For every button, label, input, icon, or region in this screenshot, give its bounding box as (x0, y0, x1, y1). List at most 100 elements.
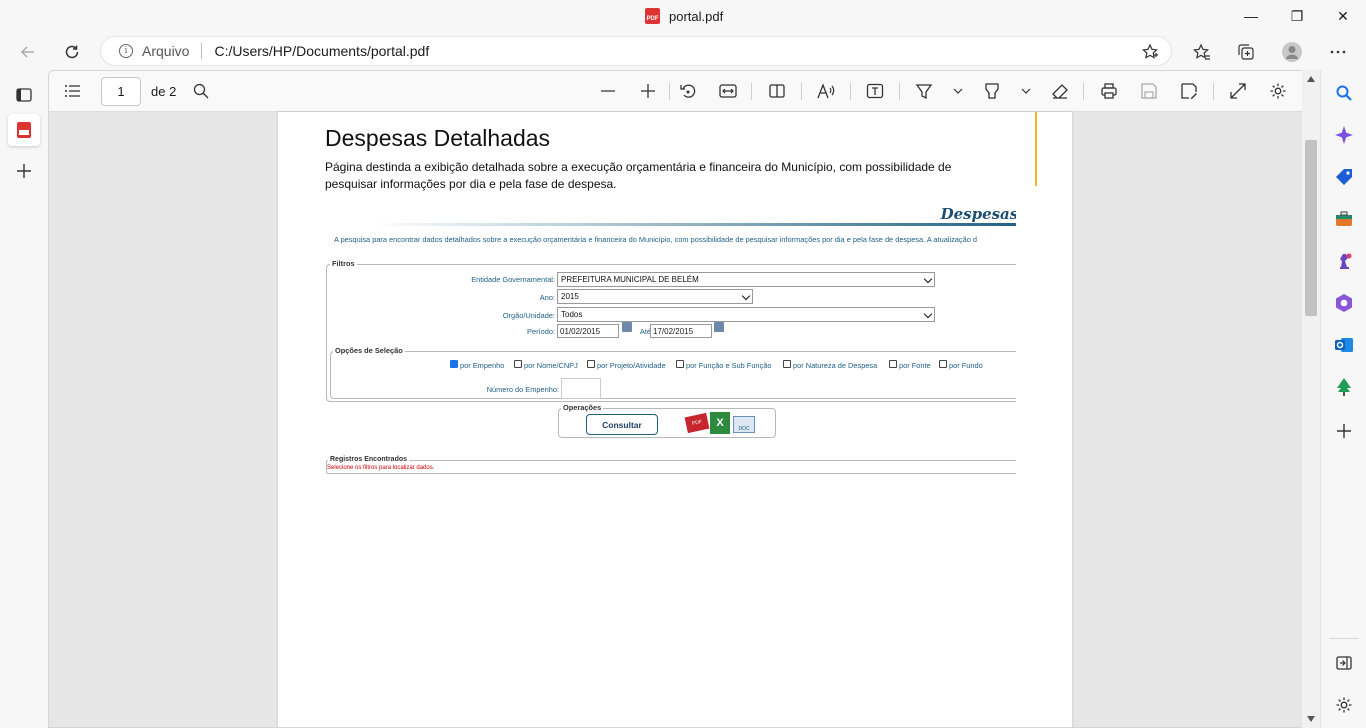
option-checkbox[interactable] (939, 360, 947, 368)
fit-width-button[interactable] (714, 77, 742, 105)
pdf-file-icon: PDF (645, 8, 660, 24)
page-number-input[interactable]: 1 (101, 77, 141, 106)
pdf-settings-button[interactable] (1264, 77, 1292, 105)
add-favorite-icon[interactable] (1141, 43, 1159, 64)
search-icon (193, 83, 209, 99)
draw-options-dropdown[interactable] (944, 77, 972, 105)
option-checkbox[interactable] (450, 360, 458, 368)
zoom-in-button[interactable] (634, 77, 662, 105)
erase-button[interactable] (1046, 77, 1074, 105)
scroll-thumb[interactable] (1305, 140, 1317, 316)
toolbar-divider (899, 83, 900, 100)
save-button[interactable] (1135, 77, 1163, 105)
scroll-up-icon[interactable] (1307, 76, 1315, 82)
save-as-button[interactable] (1175, 77, 1203, 105)
url-text[interactable]: C:/Users/HP/Documents/portal.pdf (214, 43, 429, 59)
read-aloud-button[interactable] (812, 77, 840, 105)
consultar-button[interactable]: Consultar (586, 414, 658, 435)
hide-sidebar-button[interactable] (1333, 652, 1355, 674)
plus-icon (641, 84, 655, 98)
rotate-button[interactable] (674, 77, 702, 105)
print-button[interactable] (1095, 77, 1123, 105)
numero-empenho-input[interactable] (561, 378, 601, 399)
sidebar-settings-button[interactable] (1333, 694, 1355, 716)
option-checkbox[interactable] (676, 360, 684, 368)
periodo-from-input[interactable]: 01/02/2015 (557, 324, 619, 338)
toolbar-divider (669, 83, 670, 100)
calendar-icon[interactable] (622, 322, 632, 332)
screenshot-intro: A pesquisa para encontrar dados detalhad… (334, 235, 977, 244)
window-title: PDF portal.pdf (645, 8, 723, 24)
fullscreen-button[interactable] (1224, 77, 1252, 105)
tab-portal-pdf[interactable] (8, 114, 40, 146)
option-label: por Fundo (949, 361, 983, 370)
contents-button[interactable] (59, 77, 87, 105)
page-title: Despesas Detalhadas (325, 125, 551, 151)
avatar-icon (1282, 42, 1302, 62)
pdf-toolbar: 1 de 2 (49, 71, 1319, 112)
tree-icon (1337, 378, 1351, 396)
page-description: Página destinda a exibição detalhada sob… (325, 160, 952, 191)
refresh-button[interactable] (56, 37, 88, 67)
sidebar-shopping-button[interactable] (1333, 166, 1355, 188)
page-view-button[interactable] (763, 77, 791, 105)
favorites-button[interactable] (1186, 37, 1218, 67)
periodo-to-input[interactable]: 17/02/2015 (650, 324, 712, 338)
sidebar-tools-button[interactable] (1333, 208, 1355, 230)
sidebar-search-button[interactable] (1333, 82, 1355, 104)
profile-button[interactable] (1276, 37, 1308, 67)
favorites-icon (1193, 43, 1210, 60)
close-button[interactable]: ✕ (1320, 0, 1366, 32)
draw-button[interactable] (910, 77, 938, 105)
option-checkbox[interactable] (783, 360, 791, 368)
calendar-icon[interactable] (714, 322, 724, 332)
find-button[interactable] (187, 77, 215, 105)
pdf-page: Despesas Detalhadas Página destinda a ex… (278, 112, 1072, 727)
add-text-button[interactable] (861, 77, 889, 105)
sidebar-drop-button[interactable] (1333, 376, 1355, 398)
toolbar-divider (801, 83, 802, 100)
embedded-screenshot: Despesas De A pesquisa para encontrar da… (324, 204, 1016, 727)
info-icon[interactable]: i (119, 44, 133, 58)
scroll-down-icon[interactable] (1307, 716, 1315, 722)
tab-actions-icon (16, 88, 32, 102)
zoom-out-button[interactable] (594, 77, 622, 105)
settings-more-button[interactable] (1322, 37, 1354, 67)
excel-export-icon[interactable]: X (710, 412, 730, 434)
close-icon: ✕ (1337, 7, 1349, 24)
tag-icon (1336, 169, 1352, 185)
restore-button[interactable]: ❐ (1274, 0, 1320, 32)
text-box-icon (866, 83, 884, 99)
tab-actions-button[interactable] (8, 79, 40, 111)
entidade-select[interactable]: PREFEITURA MUNICIPAL DE BELÉM (557, 272, 935, 287)
orgao-label: Orgão/Unidade: (502, 311, 555, 320)
back-button[interactable] (12, 37, 44, 67)
toolbox-icon (1336, 211, 1352, 226)
highlight-options-dropdown[interactable] (1012, 77, 1040, 105)
orgao-select[interactable]: Todos (557, 307, 935, 322)
ano-value: 2015 (561, 292, 579, 301)
collections-button[interactable] (1230, 37, 1262, 67)
sidebar-add-button[interactable] (1333, 420, 1355, 442)
minus-icon (601, 90, 615, 92)
option-label: por Nome/CNPJ (524, 361, 578, 370)
chess-piece-icon (1340, 253, 1352, 269)
ano-select[interactable]: 2015 (557, 289, 753, 304)
entidade-label: Entidade Governamental: (471, 275, 555, 284)
option-checkbox[interactable] (514, 360, 522, 368)
pdf-vertical-scrollbar[interactable] (1302, 70, 1320, 728)
office-icon (1336, 294, 1352, 312)
new-tab-button[interactable] (8, 155, 40, 187)
sidebar-outlook-button[interactable] (1333, 334, 1355, 356)
eraser-icon (1052, 84, 1068, 99)
doc-export-icon[interactable]: DOC (733, 416, 755, 433)
option-checkbox[interactable] (889, 360, 897, 368)
url-field[interactable]: i Arquivo C:/Users/HP/Documents/portal.p… (100, 36, 1172, 66)
sidebar-games-button[interactable] (1333, 250, 1355, 272)
option-checkbox[interactable] (587, 360, 595, 368)
minimize-button[interactable]: — (1228, 0, 1274, 32)
print-icon (1101, 83, 1117, 99)
highlight-button[interactable] (978, 77, 1006, 105)
sidebar-copilot-button[interactable] (1333, 124, 1355, 146)
sidebar-m365-button[interactable] (1333, 292, 1355, 314)
